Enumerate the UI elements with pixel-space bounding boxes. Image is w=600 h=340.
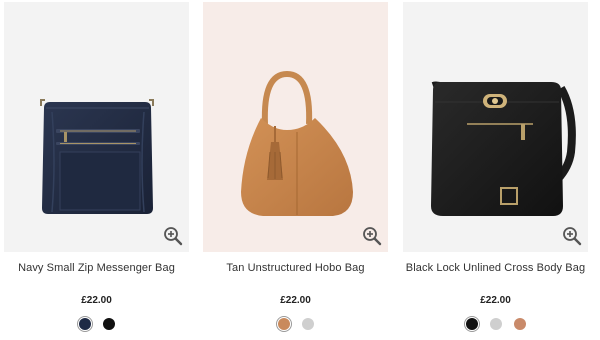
- color-swatches: [4, 318, 189, 330]
- navy-messenger-bag-image: [40, 99, 154, 214]
- color-swatches: [403, 318, 588, 330]
- product-image[interactable]: [403, 2, 588, 252]
- zoom-in-icon[interactable]: [362, 226, 382, 246]
- swatch-grey[interactable]: [301, 318, 314, 330]
- zoom-in-icon[interactable]: [562, 226, 582, 246]
- product-image[interactable]: [4, 2, 189, 252]
- swatch-navy[interactable]: [78, 318, 91, 330]
- color-swatches: [203, 318, 388, 330]
- product-name[interactable]: Navy Small Zip Messenger Bag: [0, 262, 197, 274]
- product-name[interactable]: Tan Unstructured Hobo Bag: [195, 262, 396, 274]
- product-image[interactable]: [203, 2, 388, 252]
- swatch-black[interactable]: [102, 318, 115, 330]
- product-card[interactable]: Navy Small Zip Messenger Bag £22.00: [4, 0, 189, 340]
- zoom-in-icon[interactable]: [163, 226, 183, 246]
- swatch-tan[interactable]: [277, 318, 290, 330]
- product-price: £22.00: [81, 295, 112, 306]
- product-price: £22.00: [480, 295, 511, 306]
- product-grid: Navy Small Zip Messenger Bag £22.00 Tan …: [0, 0, 600, 340]
- swatch-grey[interactable]: [489, 318, 502, 330]
- product-card[interactable]: Black Lock Unlined Cross Body Bag £22.00: [403, 0, 588, 340]
- swatch-black[interactable]: [465, 318, 478, 330]
- product-name[interactable]: Black Lock Unlined Cross Body Bag: [395, 262, 596, 274]
- product-price: £22.00: [280, 295, 311, 306]
- product-card[interactable]: Tan Unstructured Hobo Bag £22.00: [203, 0, 388, 340]
- tan-hobo-bag-image: [241, 70, 353, 216]
- swatch-tan[interactable]: [513, 318, 526, 330]
- black-crossbody-bag-image: [431, 81, 576, 216]
